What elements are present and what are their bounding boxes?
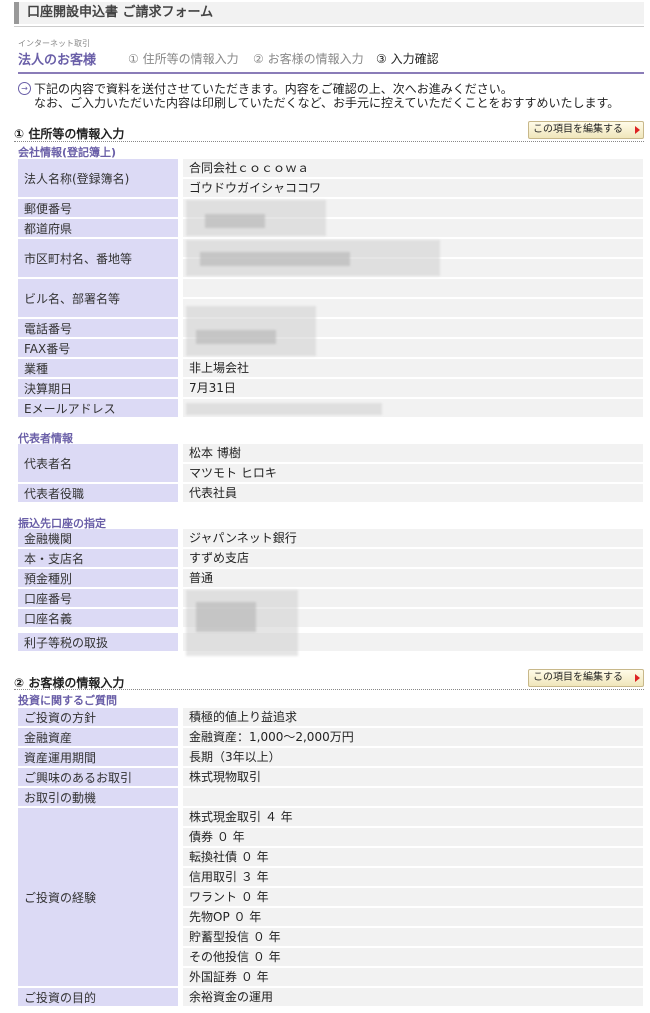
bank-branch-value: すずめ支店 bbox=[183, 549, 643, 567]
investment-purpose-value: 余裕資金の運用 bbox=[183, 988, 643, 1006]
tel-label: 電話番号 bbox=[18, 319, 178, 337]
prefecture-label: 都道府県 bbox=[18, 219, 178, 237]
step-confirm: ③ 入力確認 bbox=[376, 52, 439, 66]
industry-value: 非上場会社 bbox=[183, 359, 643, 377]
email-label: Eメールアドレス bbox=[18, 399, 178, 417]
fiscal-date-value: 7月31日 bbox=[183, 379, 643, 397]
header-title: 法人のお客様 bbox=[18, 53, 97, 68]
investment-period-value: 長期（3年以上） bbox=[183, 748, 643, 766]
intro-line-1: 下記の内容で資料を送付させていただきます。内容をご確認の上、次へお進みください。 bbox=[34, 82, 513, 96]
redacted-block bbox=[196, 330, 276, 344]
experience-item: 先物OP ０ 年 bbox=[183, 908, 643, 926]
triangle-right-icon bbox=[635, 674, 640, 682]
investment-period-label: 資産運用期間 bbox=[18, 748, 178, 766]
experience-item: 貯蓄型投信 ０ 年 bbox=[183, 928, 643, 946]
step-customer: ② お客様の情報入力 bbox=[253, 52, 364, 66]
investment-purpose-label: ご投資の目的 bbox=[18, 988, 178, 1006]
section1-divider bbox=[14, 141, 644, 142]
interested-trade-label: ご興味のあるお取引 bbox=[18, 768, 178, 786]
interest-tax-label: 利子等税の取扱 bbox=[18, 633, 178, 651]
postal-code-label: 郵便番号 bbox=[18, 199, 178, 217]
investment-questions-heading: 投資に関するご質問 bbox=[18, 694, 117, 707]
arrow-circle-icon: → bbox=[18, 82, 31, 95]
rep-role-value: 代表社員 bbox=[183, 484, 643, 502]
account-number-label: 口座番号 bbox=[18, 589, 178, 607]
deposit-type-label: 預金種別 bbox=[18, 569, 178, 587]
intro-line-2: なお、ご入力いただいた内容は印刷していただくなど、お手元に控えていただくことをお… bbox=[34, 96, 620, 110]
company-info-heading: 会社情報(登記簿上) bbox=[18, 146, 117, 159]
header-subtitle: インターネット取引 bbox=[18, 39, 90, 48]
company-name-kana-value: ゴウドウガイシャココワ bbox=[183, 179, 643, 197]
building-value-1 bbox=[183, 279, 643, 297]
form-header: インターネット取引 法人のお客様 ① 住所等の情報入力 ② お客様の情報入力 ③… bbox=[18, 38, 644, 74]
rep-name-label: 代表者名 bbox=[18, 444, 178, 482]
edit-section2-label: この項目を編集する bbox=[533, 672, 623, 683]
section2-divider bbox=[14, 689, 644, 690]
experience-item: 外国証券 ０ 年 bbox=[183, 968, 643, 986]
investment-policy-value: 積極的値上り益追求 bbox=[183, 708, 643, 726]
deposit-type-value: 普通 bbox=[183, 569, 643, 587]
building-label: ビル名、部署名等 bbox=[18, 279, 178, 317]
financial-assets-value: 金融資産：1,000〜2,000万円 bbox=[183, 728, 643, 746]
redacted-block bbox=[205, 214, 265, 228]
experience-item: 信用取引 ３ 年 bbox=[183, 868, 643, 886]
trade-motive-label: お取引の動機 bbox=[18, 788, 178, 806]
company-name-value: 合同会社ｃｏｃｏｗａ bbox=[183, 159, 643, 177]
section1-title: ① 住所等の情報入力 bbox=[14, 127, 125, 141]
edit-section2-button[interactable]: この項目を編集する bbox=[528, 669, 644, 687]
page-title: 口座開設申込書 ご請求フォーム bbox=[14, 2, 644, 27]
trade-motive-value bbox=[183, 788, 643, 806]
experience-item: 転換社債 ０ 年 bbox=[183, 848, 643, 866]
redacted-block bbox=[186, 403, 382, 415]
company-name-label: 法人名称(登録簿名) bbox=[18, 159, 178, 197]
financial-assets-label: 金融資産 bbox=[18, 728, 178, 746]
experience-item: その他投信 ０ 年 bbox=[183, 948, 643, 966]
city-address-label: 市区町村名、番地等 bbox=[18, 239, 178, 277]
fiscal-date-label: 決算期日 bbox=[18, 379, 178, 397]
fax-label: FAX番号 bbox=[18, 339, 178, 357]
industry-label: 業種 bbox=[18, 359, 178, 377]
redacted-block bbox=[196, 602, 256, 632]
triangle-right-icon bbox=[635, 126, 640, 134]
interested-trade-value: 株式現物取引 bbox=[183, 768, 643, 786]
experience-item: ワラント ０ 年 bbox=[183, 888, 643, 906]
redacted-block bbox=[200, 252, 350, 266]
experience-item: 株式現金取引 ４ 年 bbox=[183, 808, 643, 826]
bank-institution-label: 金融機関 bbox=[18, 529, 178, 547]
account-holder-label: 口座名義 bbox=[18, 609, 178, 627]
bank-branch-label: 本・支店名 bbox=[18, 549, 178, 567]
rep-name-kana-value: マツモト ヒロキ bbox=[183, 464, 643, 482]
bank-institution-value: ジャパンネット銀行 bbox=[183, 529, 643, 547]
step-address: ① 住所等の情報入力 bbox=[128, 52, 239, 66]
rep-role-label: 代表者役職 bbox=[18, 484, 178, 502]
edit-section1-label: この項目を編集する bbox=[533, 124, 623, 135]
experience-item: 債券 ０ 年 bbox=[183, 828, 643, 846]
investment-policy-label: ご投資の方針 bbox=[18, 708, 178, 726]
rep-name-value: 松本 博樹 bbox=[183, 444, 643, 462]
investment-experience-label: ご投資の経験 bbox=[18, 808, 178, 986]
edit-section1-button[interactable]: この項目を編集する bbox=[528, 121, 644, 139]
